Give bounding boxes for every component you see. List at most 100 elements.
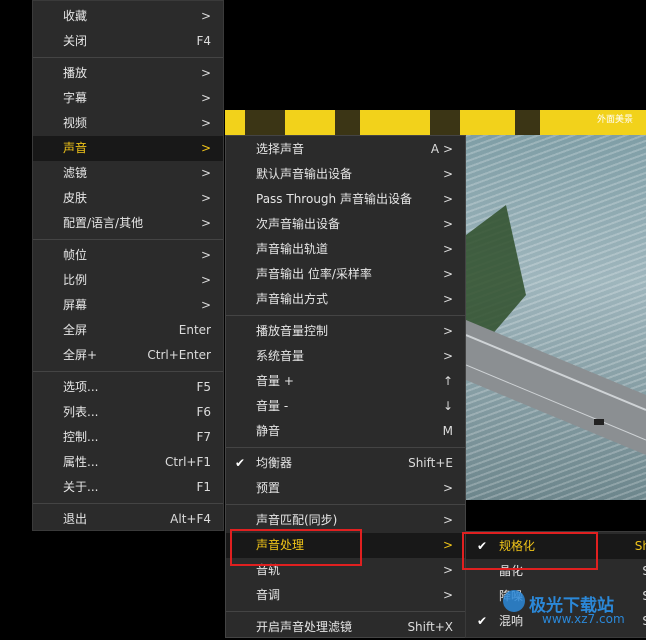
main-menu-item[interactable]: 收藏 > <box>33 4 223 29</box>
main-menu-item[interactable]: 控制... F7 <box>33 425 223 450</box>
main-menu-item[interactable]: 播放 > <box>33 61 223 86</box>
menu-separator <box>33 503 223 504</box>
audio-menu-item-label: 开启声音处理滤镜 <box>256 620 353 634</box>
main-menu-item-label: 滤镜 <box>63 166 88 180</box>
main-menu-item-label: 列表... <box>63 405 99 419</box>
audio-menu-item-shortcut: A > <box>430 142 453 156</box>
main-menu-item-shortcut: > <box>200 191 211 205</box>
processing-menu-item-label: 混响 <box>499 614 524 628</box>
audio-menu-item-shortcut: > <box>442 481 453 495</box>
main-menu-item[interactable]: 屏幕 > <box>33 293 223 318</box>
main-menu-item-shortcut: > <box>200 141 211 155</box>
audio-menu-item[interactable]: Pass Through 声音输出设备 > <box>226 187 465 212</box>
main-menu-item-label: 关闭 <box>63 34 88 48</box>
main-menu-item-label: 帧位 <box>63 248 88 262</box>
checkmark-icon: ✔ <box>235 456 246 470</box>
main-menu-item-label: 配置/语言/其他 <box>63 216 144 230</box>
audio-menu-item-label: 播放音量控制 <box>256 324 329 338</box>
main-menu-item[interactable]: 选项... F5 <box>33 375 223 400</box>
audio-menu-item[interactable]: 次声音输出设备 > <box>226 212 465 237</box>
audio-menu-item[interactable]: 音量 + ↑ <box>226 369 465 394</box>
main-menu-item[interactable]: 退出 Alt+F4 <box>33 507 223 532</box>
main-menu-item-shortcut: F5 <box>196 380 211 394</box>
audio-menu-item[interactable]: ✔ 均衡器 Shift+E <box>226 451 465 476</box>
audio-menu-item[interactable]: 预置 > <box>226 476 465 501</box>
main-menu-item-shortcut: > <box>200 248 211 262</box>
main-menu-item[interactable]: 配置/语言/其他 > <box>33 211 223 236</box>
audio-menu-item[interactable]: 选择声音 A > <box>226 137 465 162</box>
main-menu-item-shortcut: > <box>200 9 211 23</box>
audio-menu-item-label: 声音输出轨道 <box>256 242 329 256</box>
processing-menu-item-shortcut: Sh <box>634 539 646 553</box>
main-menu-item-label: 全屏 <box>63 323 88 337</box>
audio-menu-item-shortcut: > <box>442 192 453 206</box>
audio-menu-item-shortcut: > <box>442 513 453 527</box>
main-menu-item-shortcut: > <box>200 216 211 230</box>
audio-menu-item-shortcut: > <box>442 324 453 338</box>
main-menu-item-label: 选项... <box>63 380 99 394</box>
main-menu-item[interactable]: 关于... F1 <box>33 475 223 500</box>
main-menu-item[interactable]: 滤镜 > <box>33 161 223 186</box>
audio-menu-item[interactable]: 默认声音输出设备 > <box>226 162 465 187</box>
audio-menu-item[interactable]: 静音 M <box>226 419 465 444</box>
main-menu-item-label: 播放 <box>63 66 88 80</box>
menu-separator <box>33 239 223 240</box>
audio-menu-item-shortcut: Shift+E <box>408 456 453 470</box>
audio-menu-item-label: 音调 <box>256 588 281 602</box>
audio-menu-item-shortcut: > <box>442 349 453 363</box>
audio-menu-item-label: 音量 - <box>256 399 289 413</box>
main-menu-item[interactable]: 全屏+ Ctrl+Enter <box>33 343 223 368</box>
audio-menu-item[interactable]: 声音输出 位率/采样率 > <box>226 262 465 287</box>
main-menu-item[interactable]: 皮肤 > <box>33 186 223 211</box>
main-menu-item[interactable]: 关闭 F4 <box>33 29 223 54</box>
main-menu-item-label: 比例 <box>63 273 88 287</box>
audio-menu-item[interactable]: 音调 > <box>226 583 465 608</box>
highlight-box-normalize <box>462 532 598 570</box>
main-menu-item-shortcut: F1 <box>196 480 211 494</box>
processing-menu-item-shortcut: S <box>642 559 646 584</box>
main-menu-item-shortcut: > <box>200 66 211 80</box>
main-menu-item-label: 收藏 <box>63 9 88 23</box>
main-menu-item[interactable]: 列表... F6 <box>33 400 223 425</box>
audio-menu-item-shortcut: > <box>442 563 453 577</box>
audio-menu-item-shortcut: M <box>442 424 453 438</box>
main-menu-item[interactable]: 属性... Ctrl+F1 <box>33 450 223 475</box>
main-menu-item[interactable]: 全屏 Enter <box>33 318 223 343</box>
audio-menu-item[interactable]: 音量 - ↓ <box>226 394 465 419</box>
audio-menu-item[interactable]: 开启声音处理滤镜 Shift+X <box>226 615 465 640</box>
audio-menu-item-shortcut: ↑ <box>442 374 453 388</box>
video-top-strip: 外面美景 <box>225 110 646 135</box>
audio-menu-item[interactable]: 系统音量 > <box>226 344 465 369</box>
audio-menu-item-shortcut: > <box>442 167 453 181</box>
checkmark-icon: ✔ <box>477 614 488 628</box>
main-menu-item[interactable]: 声音 > <box>33 136 223 161</box>
audio-menu-item[interactable]: 播放音量控制 > <box>226 319 465 344</box>
main-menu-item-label: 全屏+ <box>63 348 98 362</box>
main-menu-item[interactable]: 视频 > <box>33 111 223 136</box>
main-menu-item-label: 声音 <box>63 141 88 155</box>
audio-menu-item-shortcut: > <box>442 267 453 281</box>
processing-menu-item-shortcut: S <box>642 584 646 609</box>
main-menu-item-shortcut: Ctrl+F1 <box>165 455 211 469</box>
audio-menu-item[interactable]: 声音输出方式 > <box>226 287 465 312</box>
audio-menu-item-label: 预置 <box>256 481 281 495</box>
audio-menu-item-label: 声音输出方式 <box>256 292 329 306</box>
highlight-box-audio-processing <box>230 529 362 566</box>
main-menu-item-shortcut: > <box>200 273 211 287</box>
main-menu-item-label: 皮肤 <box>63 191 88 205</box>
main-menu-item[interactable]: 比例 > <box>33 268 223 293</box>
video-landscape <box>465 135 646 500</box>
bridge-graphic <box>465 205 646 455</box>
menu-separator <box>226 504 465 505</box>
audio-menu-item-label: 静音 <box>256 424 281 438</box>
main-menu-item[interactable]: 字幕 > <box>33 86 223 111</box>
audio-menu-item[interactable]: 声音输出轨道 > <box>226 237 465 262</box>
main-menu-item[interactable]: 帧位 > <box>33 243 223 268</box>
audio-menu-item-label: 选择声音 <box>256 142 305 156</box>
main-menu-item-label: 屏幕 <box>63 298 88 312</box>
menu-separator <box>226 447 465 448</box>
audio-menu-item-label: 默认声音输出设备 <box>256 167 353 181</box>
main-menu-item-label: 关于... <box>63 480 99 494</box>
audio-menu-item-shortcut: > <box>442 588 453 602</box>
main-menu-item-label: 属性... <box>63 455 99 469</box>
